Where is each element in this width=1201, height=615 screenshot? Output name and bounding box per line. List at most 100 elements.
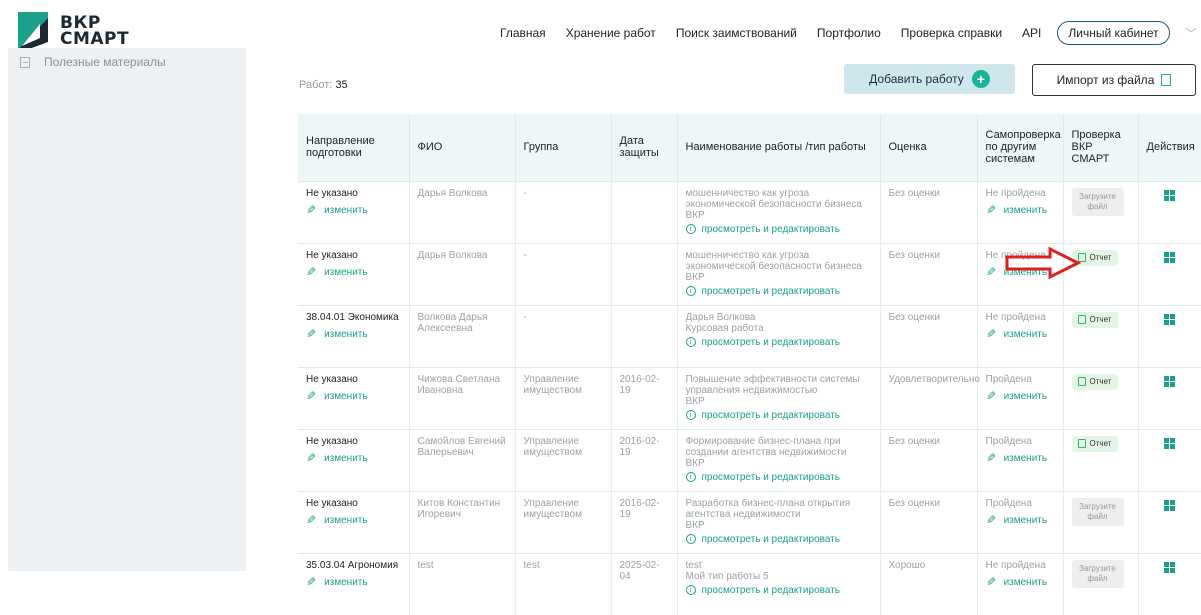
report-file-icon [1077, 377, 1086, 386]
work-title: Разработка бизнес-плана открытия агентст… [685, 497, 851, 520]
cell-actions [1138, 304, 1201, 367]
logo[interactable]: ВКР СМАРТ [18, 12, 129, 50]
actions-grid-icon[interactable] [1164, 375, 1175, 387]
upload-file-button[interactable]: Загрузите файл [1071, 187, 1124, 216]
edit-selfcheck-link[interactable]: ✎ изменить [986, 389, 1055, 403]
cell-fio: Китов Константин Игоревич [409, 490, 516, 553]
edit-selfcheck-link[interactable]: ✎ изменить [986, 451, 1055, 465]
edit-label: изменить [1003, 576, 1048, 588]
cell-direction: 35.03.04 Агрономия ✎ изменить [298, 552, 410, 615]
col-grade[interactable]: Оценка [880, 114, 978, 181]
view-edit-link[interactable]: i просмотреть и редактировать [685, 224, 872, 235]
col-fio[interactable]: ФИО [409, 114, 516, 181]
edit-direction-link[interactable]: ✎ изменить [306, 389, 401, 403]
view-label: просмотреть и редактировать [701, 285, 840, 297]
cell-actions [1138, 490, 1201, 553]
col-title[interactable]: Наименование работы /тип работы [677, 114, 881, 181]
view-label: просмотреть и редактировать [701, 533, 840, 545]
work-type: ВКР [685, 271, 705, 283]
info-icon: i [685, 410, 696, 420]
selfcheck-value: Не пройдена [985, 311, 1046, 323]
import-label: Импорт из файла [1056, 73, 1155, 87]
pencil-icon: ✎ [306, 450, 317, 465]
selfcheck-value: Не пройдена [985, 187, 1046, 199]
sidebar-item-materials[interactable]: Полезные материалы [20, 55, 166, 69]
cell-title: test Мой тип работы 5 i просмотреть и ред… [677, 552, 881, 615]
direction-value: Не указано [306, 497, 358, 509]
edit-selfcheck-link[interactable]: ✎ изменить [986, 575, 1055, 589]
view-edit-link[interactable]: i просмотреть и редактировать [685, 533, 872, 545]
upload-file-button[interactable]: Загрузите файл [1071, 559, 1124, 588]
edit-direction-link[interactable]: ✎ изменить [306, 265, 401, 279]
cell-actions [1138, 242, 1201, 305]
work-type: Курсовая работа [685, 322, 764, 334]
document-icon [20, 56, 30, 68]
cell-group: Управление имуществом [515, 428, 612, 491]
add-work-button[interactable]: Добавить работу + [844, 64, 1015, 94]
cell-check: Загрузите файл [1063, 180, 1139, 243]
edit-direction-link[interactable]: ✎ изменить [306, 575, 401, 589]
cell-fio: Чижова Светлана Ивановна [409, 366, 516, 429]
edit-selfcheck-link[interactable]: ✎ изменить [986, 203, 1055, 217]
nav-home[interactable]: Главная [500, 26, 546, 40]
nav-plagiarism[interactable]: Поиск заимствований [676, 26, 797, 40]
report-button[interactable]: Отчет [1071, 373, 1118, 390]
cabinet-button[interactable]: Личный кабинет [1057, 21, 1170, 45]
edit-direction-link[interactable]: ✎ изменить [306, 513, 401, 527]
col-direction[interactable]: Направление подготовки [298, 114, 410, 181]
work-type: ВКР [685, 209, 705, 221]
pencil-icon: ✎ [985, 512, 996, 527]
edit-label: изменить [1003, 452, 1048, 464]
cell-group: - [515, 180, 612, 243]
table-row: Не указано ✎ изменить Самойлов Евгений Ва… [298, 428, 1201, 491]
report-button[interactable]: Отчет [1071, 435, 1118, 452]
nav-storage[interactable]: Хранение работ [566, 26, 656, 40]
cell-fio: Дарья Волкова [409, 180, 516, 243]
cell-fio: Волкова Дарья Алексеевна [409, 304, 516, 367]
view-edit-link[interactable]: i просмотреть и редактировать [685, 472, 872, 483]
actions-grid-icon[interactable] [1164, 313, 1175, 325]
cell-date [611, 180, 678, 243]
report-button[interactable]: Отчет [1071, 311, 1118, 328]
col-group[interactable]: Группа [515, 114, 612, 181]
table-row: Не указано ✎ изменить Дарья Волкова - мош… [298, 180, 1201, 243]
selfcheck-value: Пройдена [985, 373, 1032, 385]
edit-direction-link[interactable]: ✎ изменить [306, 327, 401, 341]
view-edit-link[interactable]: i просмотреть и редактировать [685, 585, 872, 596]
cell-direction: Не указано ✎ изменить [298, 180, 410, 243]
cell-direction: Не указано ✎ изменить [298, 366, 410, 429]
edit-selfcheck-link[interactable]: ✎ изменить [985, 512, 1055, 527]
actions-grid-icon[interactable] [1164, 437, 1175, 449]
actions-grid-icon[interactable] [1164, 251, 1175, 263]
upload-file-button[interactable]: Загрузите файл [1071, 497, 1124, 526]
report-label: Отчет [1089, 377, 1112, 386]
col-check[interactable]: Проверка ВКР СМАРТ [1063, 114, 1139, 181]
col-date[interactable]: Дата защиты [611, 114, 678, 181]
cell-check: Отчет [1063, 304, 1139, 367]
edit-label: изменить [1003, 328, 1048, 340]
works-table: Направление подготовки ФИО Группа Дата з… [298, 114, 1201, 615]
edit-label: изменить [324, 266, 368, 278]
cell-title: Формирование бизнес-плана при создании а… [677, 428, 881, 491]
edit-label: изменить [1003, 514, 1048, 526]
nav-certificate[interactable]: Проверка справки [901, 26, 1002, 40]
direction-value: Не указано [306, 249, 358, 261]
cell-selfcheck: Не пройдена ✎ изменить [977, 180, 1064, 243]
info-icon: i [685, 224, 696, 234]
edit-direction-link[interactable]: ✎ изменить [306, 203, 401, 217]
nav-api[interactable]: API [1022, 26, 1041, 40]
view-edit-link[interactable]: i просмотреть и редактировать [685, 285, 872, 297]
view-edit-link[interactable]: i просмотреть и редактировать [685, 337, 872, 348]
main-content: Работ: 35 Добавить работу + Импорт из фа… [256, 60, 1201, 615]
cell-grade: Хорошо [880, 552, 978, 615]
nav-portfolio[interactable]: Портфолио [817, 26, 881, 40]
cell-direction: Не указано ✎ изменить [298, 242, 410, 305]
actions-grid-icon[interactable] [1164, 189, 1175, 201]
view-edit-link[interactable]: i просмотреть и редактировать [685, 410, 872, 421]
edit-direction-link[interactable]: ✎ изменить [306, 450, 401, 465]
edit-selfcheck-link[interactable]: ✎ изменить [986, 327, 1055, 341]
import-button[interactable]: Импорт из файла [1032, 64, 1196, 96]
col-selfcheck[interactable]: Самопроверка по другим системам [977, 114, 1064, 181]
actions-grid-icon[interactable] [1164, 499, 1175, 511]
chevron-down-icon[interactable]: ﹀ [1186, 25, 1197, 41]
